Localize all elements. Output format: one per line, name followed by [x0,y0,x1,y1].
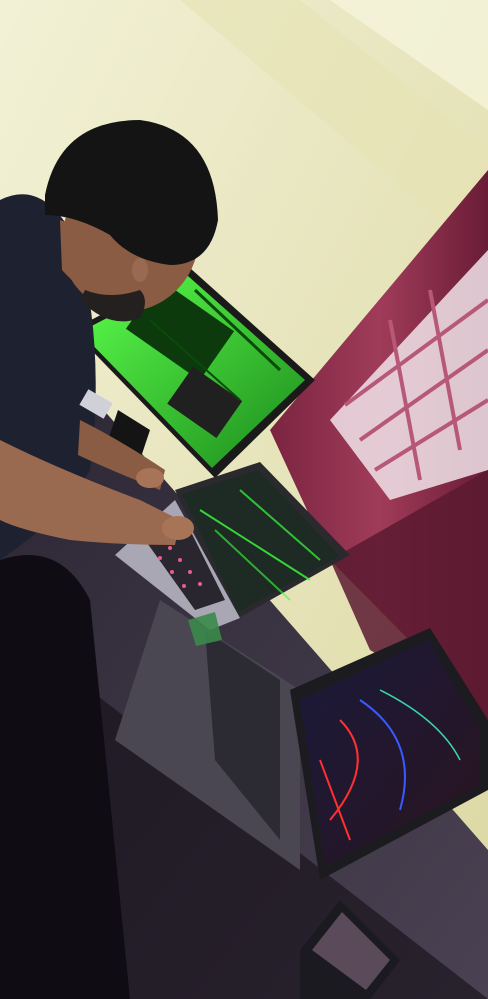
photo-illustration [0,0,488,999]
photo-scene [0,0,488,999]
